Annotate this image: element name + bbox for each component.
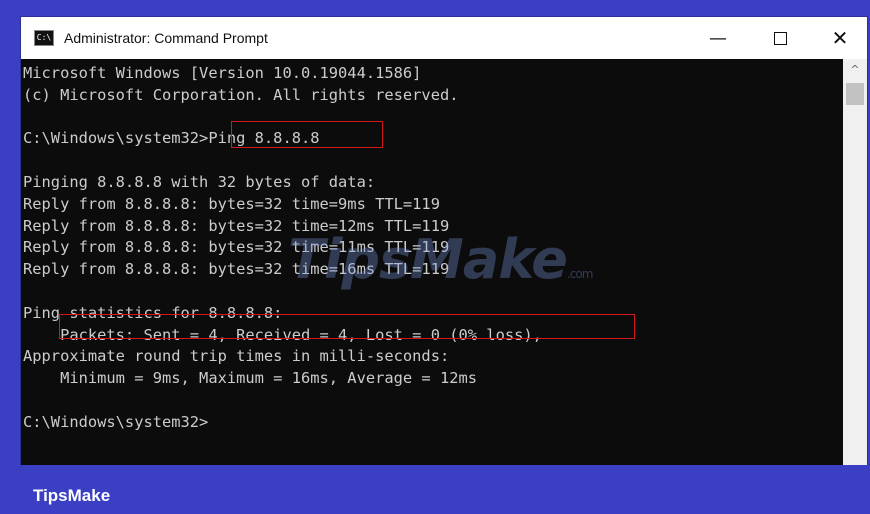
scroll-thumb[interactable] — [846, 83, 864, 105]
maximize-button[interactable] — [757, 17, 803, 59]
title-bar[interactable]: C:\ Administrator: Command Prompt — ✕ — [21, 17, 867, 59]
watermark-suffix: .com — [566, 267, 593, 281]
close-icon: ✕ — [831, 26, 849, 50]
ping-command-highlight — [231, 121, 383, 148]
maximize-icon — [773, 31, 787, 45]
footer-band — [0, 465, 870, 514]
cmd-app-icon: C:\ — [34, 30, 54, 46]
minimize-icon: — — [709, 27, 727, 49]
minimize-button[interactable]: — — [695, 17, 741, 59]
brand-label: TipsMake — [33, 486, 111, 505]
packets-summary-highlight — [59, 314, 635, 339]
tipsmake-watermark: TipsMake.com — [288, 228, 593, 291]
window-title: Administrator: Command Prompt — [64, 30, 268, 46]
close-button[interactable]: ✕ — [817, 17, 863, 59]
vertical-scrollbar[interactable]: ^ — [843, 59, 867, 465]
top-band — [0, 0, 870, 12]
watermark-text: TipsMake — [288, 228, 568, 291]
scroll-up-icon[interactable]: ^ — [843, 59, 867, 79]
